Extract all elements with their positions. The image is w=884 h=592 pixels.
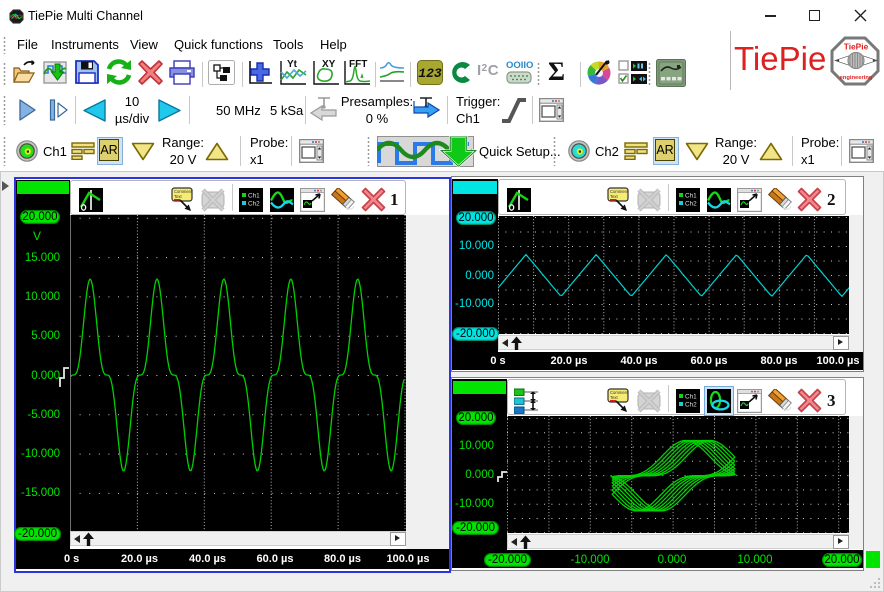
svg-text:FFT: FFT [349, 59, 367, 70]
svg-text:TiePie: TiePie [844, 42, 869, 52]
svg-text:Ch1: Ch1 [685, 193, 697, 200]
svg-text:Text: Text [610, 395, 619, 400]
svg-text:Yt: Yt [287, 59, 298, 70]
svg-text:Ch2: Ch2 [685, 402, 697, 409]
svg-text:Text: Text [174, 194, 183, 199]
svg-text:Ch1: Ch1 [248, 193, 260, 200]
svg-text:Ch2: Ch2 [685, 201, 697, 208]
svg-text:Ch2: Ch2 [248, 201, 260, 208]
svg-text:Ch1: Ch1 [685, 394, 697, 401]
svg-text:Text: Text [610, 194, 619, 199]
svg-text:engineering: engineering [840, 75, 873, 81]
svg-text:OOIIO: OOIIO [506, 60, 533, 71]
svg-text:123: 123 [418, 66, 442, 81]
